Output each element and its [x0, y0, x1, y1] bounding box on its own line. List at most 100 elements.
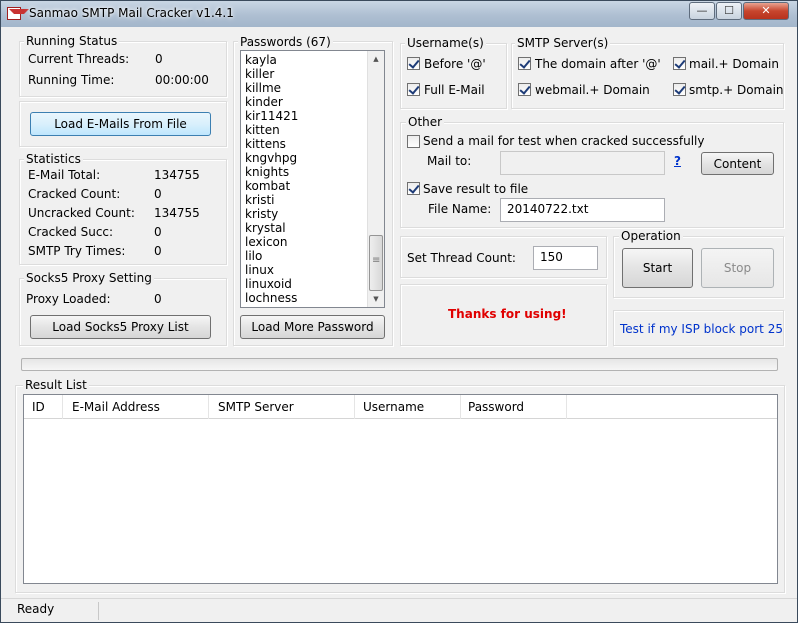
- username-title: Username(s): [405, 36, 486, 50]
- before-at-label: Before '@': [424, 57, 486, 71]
- scroll-down-icon[interactable]: ▼: [368, 291, 384, 307]
- password-list-item[interactable]: linux: [241, 263, 384, 277]
- thanks-message: Thanks for using!: [448, 307, 567, 321]
- proxy-loaded-value: 0: [154, 292, 162, 306]
- password-list-item[interactable]: killme: [241, 81, 384, 95]
- maximize-button[interactable]: ☐: [716, 2, 742, 20]
- send-test-label: Send a mail for test when cracked succes…: [423, 134, 705, 148]
- mail-domain-checkbox[interactable]: [673, 57, 686, 70]
- domain-after-at-label: The domain after '@': [535, 57, 661, 71]
- password-list-item[interactable]: kittens: [241, 137, 384, 151]
- password-list-item[interactable]: lexicon: [241, 235, 384, 249]
- status-separator: [98, 602, 99, 620]
- webmail-domain-label: webmail.+ Domain: [535, 83, 650, 97]
- load-socks5-button[interactable]: Load Socks5 Proxy List: [30, 315, 211, 339]
- start-button[interactable]: Start: [622, 248, 693, 288]
- col-password[interactable]: Password: [461, 395, 567, 419]
- password-list-item[interactable]: kinder: [241, 95, 384, 109]
- password-list-item[interactable]: knights: [241, 165, 384, 179]
- app-window: Sanmao SMTP Mail Cracker v1.4.1 — ☐ ✕ Ru…: [0, 0, 798, 623]
- stat-value: 0: [154, 244, 162, 258]
- stat-label: SMTP Try Times:: [28, 244, 126, 258]
- col-smtp-server[interactable]: SMTP Server: [209, 395, 355, 419]
- running-time-value: 00:00:00: [155, 73, 209, 87]
- smtp-servers-group: [511, 43, 784, 109]
- before-at-checkbox[interactable]: [407, 57, 420, 70]
- password-list-item[interactable]: kir11421: [241, 109, 384, 123]
- status-bar: Ready: [1, 598, 797, 622]
- password-list-item[interactable]: krystal: [241, 221, 384, 235]
- mail-to-label: Mail to:: [427, 154, 472, 168]
- stat-label: Uncracked Count:: [28, 206, 135, 220]
- send-test-checkbox[interactable]: [407, 135, 420, 148]
- full-email-label: Full E-Mail: [424, 83, 485, 97]
- full-email-checkbox[interactable]: [407, 83, 420, 96]
- scroll-thumb[interactable]: [369, 235, 383, 291]
- current-threads-label: Current Threads:: [28, 52, 130, 66]
- password-list-item[interactable]: kristy: [241, 207, 384, 221]
- load-more-password-button[interactable]: Load More Password: [240, 315, 385, 339]
- smtp-domain-checkbox[interactable]: [673, 83, 686, 96]
- thread-count-input[interactable]: 150: [533, 246, 598, 270]
- col-email-address[interactable]: E-Mail Address: [63, 395, 209, 419]
- password-list-item[interactable]: lochness: [241, 291, 384, 305]
- password-list-item[interactable]: kitten: [241, 123, 384, 137]
- password-list-item[interactable]: linuxoid: [241, 277, 384, 291]
- stat-value: 134755: [154, 206, 200, 220]
- passwords-title: Passwords (67): [238, 35, 333, 49]
- password-items: kayla killer killme kinder kir11421 kitten kit…: [241, 51, 384, 305]
- result-list-title: Result List: [23, 378, 89, 392]
- running-time-label: Running Time:: [28, 73, 115, 87]
- running-status-title: Running Status: [24, 34, 120, 48]
- password-list-item[interactable]: kayla: [241, 53, 384, 67]
- stat-label: Cracked Succ:: [28, 225, 114, 239]
- scroll-up-icon[interactable]: ▲: [368, 51, 384, 67]
- password-list-scrollbar[interactable]: ▲ ▼: [367, 51, 384, 307]
- stat-value: 134755: [154, 168, 200, 182]
- file-name-input[interactable]: 20140722.txt: [500, 198, 665, 222]
- domain-after-at-checkbox[interactable]: [518, 57, 531, 70]
- load-emails-button[interactable]: Load E-Mails From File: [30, 112, 211, 136]
- password-list-item[interactable]: kristi: [241, 193, 384, 207]
- mail-to-input[interactable]: [500, 151, 665, 175]
- password-list-item[interactable]: killer: [241, 67, 384, 81]
- close-button[interactable]: ✕: [743, 2, 789, 20]
- status-text: Ready: [17, 602, 55, 616]
- save-result-checkbox[interactable]: [407, 182, 420, 195]
- result-table[interactable]: ID E-Mail Address SMTP Server Username P…: [23, 394, 778, 584]
- stat-value: 0: [154, 187, 162, 201]
- window-title: Sanmao SMTP Mail Cracker v1.4.1: [29, 6, 234, 20]
- result-table-header: ID E-Mail Address SMTP Server Username P…: [24, 395, 777, 419]
- app-envelope-icon: [7, 7, 29, 20]
- minimize-button[interactable]: —: [689, 2, 715, 20]
- col-username[interactable]: Username: [355, 395, 461, 419]
- running-status-group: [19, 41, 227, 97]
- mail-domain-label: mail.+ Domain: [689, 57, 779, 71]
- socks5-title: Socks5 Proxy Setting: [24, 271, 154, 285]
- current-threads-value: 0: [155, 52, 163, 66]
- proxy-loaded-label: Proxy Loaded:: [26, 292, 111, 306]
- thread-count-label: Set Thread Count:: [407, 251, 516, 265]
- title-bar[interactable]: Sanmao SMTP Mail Cracker v1.4.1 — ☐ ✕: [1, 1, 797, 27]
- password-list-item[interactable]: kngvhpg: [241, 151, 384, 165]
- smtp-domain-label: smtp.+ Domain: [689, 83, 784, 97]
- password-list-item[interactable]: lilo: [241, 249, 384, 263]
- isp-block-link[interactable]: Test if my ISP block port 25: [620, 322, 783, 336]
- stat-label: E-Mail Total:: [28, 168, 101, 182]
- webmail-domain-checkbox[interactable]: [518, 83, 531, 96]
- stat-value: 0: [154, 225, 162, 239]
- other-title: Other: [406, 115, 445, 129]
- stop-button[interactable]: Stop: [701, 248, 774, 288]
- save-result-label: Save result to file: [423, 182, 529, 196]
- file-name-label: File Name:: [428, 202, 492, 216]
- progress-bar: [21, 358, 778, 371]
- password-list[interactable]: kayla killer killme kinder kir11421 kitten kit…: [240, 50, 385, 308]
- password-list-item[interactable]: kombat: [241, 179, 384, 193]
- operation-title: Operation: [619, 229, 683, 243]
- smtp-servers-title: SMTP Server(s): [515, 36, 611, 50]
- stat-label: Cracked Count:: [28, 187, 121, 201]
- content-button[interactable]: Content: [701, 152, 774, 175]
- statistics-title: Statistics: [24, 152, 83, 166]
- help-link[interactable]: ?: [674, 154, 681, 168]
- col-id[interactable]: ID: [24, 395, 63, 419]
